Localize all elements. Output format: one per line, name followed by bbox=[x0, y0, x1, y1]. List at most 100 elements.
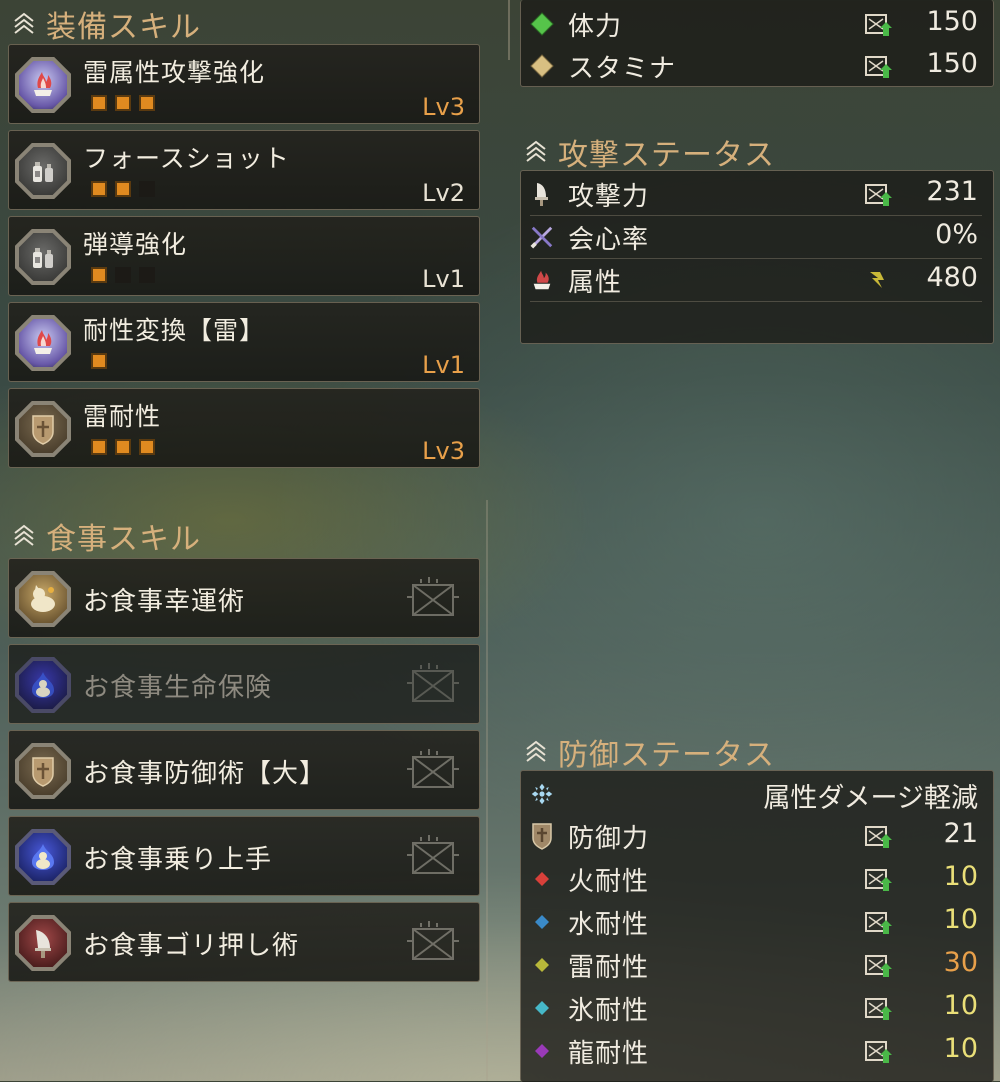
stat-value: 21 bbox=[943, 818, 978, 849]
lucky-cat-icon bbox=[15, 829, 71, 885]
pip-filled bbox=[91, 181, 107, 197]
stat-row-dragon: 龍耐性 10 bbox=[522, 1031, 992, 1071]
stat-value: 10 bbox=[943, 1033, 978, 1064]
equip-skills-title-text: 装備スキル bbox=[46, 10, 201, 45]
dragon-resist-icon bbox=[530, 1039, 554, 1063]
water-resist-icon bbox=[530, 910, 554, 934]
attack-icon bbox=[530, 182, 554, 206]
pip-filled bbox=[91, 439, 107, 455]
section-icon bbox=[522, 738, 550, 766]
bottle-icon bbox=[15, 229, 71, 285]
food-skill-row[interactable]: お食事幸運術 bbox=[8, 558, 480, 638]
thunder-attack-icon bbox=[15, 315, 71, 371]
level-pips bbox=[91, 439, 155, 455]
frame-line bbox=[508, 0, 510, 60]
affinity-icon bbox=[530, 225, 554, 249]
stat-row-stamina: スタミナ 150 bbox=[522, 46, 992, 86]
level-pips bbox=[91, 267, 155, 283]
fire-resist-icon bbox=[530, 867, 554, 891]
stat-row-health: 体力 150 bbox=[522, 4, 992, 44]
stat-value: 30 bbox=[943, 947, 978, 978]
row-divider bbox=[530, 301, 982, 302]
pip-filled bbox=[91, 353, 107, 369]
defense-icon bbox=[530, 823, 554, 850]
bottle-icon bbox=[15, 143, 71, 199]
frame-line bbox=[486, 500, 488, 1081]
snowflake-icon bbox=[530, 782, 554, 806]
stat-up-icon bbox=[865, 184, 892, 206]
meal-icon bbox=[407, 749, 459, 788]
section-icon bbox=[10, 10, 38, 38]
stat-row-element: 属性 480 bbox=[522, 260, 992, 300]
stat-row-thunder: 雷耐性 30 bbox=[522, 945, 992, 985]
meal-icon bbox=[407, 577, 459, 616]
ice-resist-icon bbox=[530, 996, 554, 1020]
pip-filled bbox=[139, 95, 155, 111]
skill-level: Lv3 bbox=[422, 437, 465, 465]
skill-name: 雷属性攻撃強化 bbox=[83, 58, 266, 87]
element-icon bbox=[530, 268, 554, 292]
stat-value: 10 bbox=[943, 904, 978, 935]
stat-row-water: 水耐性 10 bbox=[522, 902, 992, 942]
food-skill-name: お食事幸運術 bbox=[83, 587, 246, 617]
stat-up-icon bbox=[865, 1041, 892, 1063]
equip-skill-row[interactable]: フォースショット Lv2 bbox=[8, 130, 480, 210]
thunder-resist-icon bbox=[530, 953, 554, 977]
meal-icon bbox=[407, 663, 459, 702]
stat-value: 10 bbox=[943, 990, 978, 1021]
stat-row-fire: 火耐性 10 bbox=[522, 859, 992, 899]
row-divider bbox=[530, 215, 982, 216]
stat-value: 480 bbox=[926, 262, 978, 293]
stat-value: 150 bbox=[926, 48, 978, 79]
stat-up-icon bbox=[865, 56, 892, 78]
level-pips bbox=[91, 181, 155, 197]
stat-label: 属性 bbox=[568, 268, 623, 298]
thunder-attack-icon bbox=[15, 57, 71, 113]
stat-label: 火耐性 bbox=[568, 867, 650, 897]
equip-skill-row[interactable]: 雷耐性 Lv3 bbox=[8, 388, 480, 468]
food-skill-row[interactable]: お食事生命保険 bbox=[8, 644, 480, 724]
pip-empty bbox=[139, 267, 155, 283]
stat-label: 雷耐性 bbox=[568, 953, 650, 983]
food-skills-title-text: 食事スキル bbox=[46, 522, 201, 557]
food-skill-row[interactable]: お食事乗り上手 bbox=[8, 816, 480, 896]
food-skill-name: お食事乗り上手 bbox=[83, 845, 273, 875]
stat-label: 攻撃力 bbox=[568, 182, 650, 212]
stat-label: 体力 bbox=[568, 12, 623, 42]
stat-up-icon bbox=[865, 955, 892, 977]
section-icon bbox=[10, 522, 38, 550]
meal-icon bbox=[407, 835, 459, 874]
stat-label: スタミナ bbox=[568, 54, 677, 84]
food-skill-row[interactable]: お食事防御術【大】 bbox=[8, 730, 480, 810]
defense-status-title-text: 防御ステータス bbox=[558, 738, 775, 773]
stamina-icon bbox=[530, 54, 554, 78]
pip-filled bbox=[91, 267, 107, 283]
stat-up-icon bbox=[865, 14, 892, 36]
stat-label: 会心率 bbox=[568, 225, 650, 255]
food-skill-row[interactable]: お食事ゴリ押し術 bbox=[8, 902, 480, 982]
food-skill-name: お食事防御術【大】 bbox=[83, 759, 327, 789]
skill-name: 雷耐性 bbox=[83, 402, 162, 431]
food-skills-title: 食事スキル bbox=[10, 514, 201, 558]
shield-icon bbox=[15, 743, 71, 799]
stat-label: 水耐性 bbox=[568, 910, 650, 940]
stat-row-affinity: 会心率 0% bbox=[522, 217, 992, 257]
stat-value: 0% bbox=[935, 219, 978, 250]
equip-skill-row[interactable]: 弾導強化 Lv1 bbox=[8, 216, 480, 296]
stat-row-elemental-reduction: 属性ダメージ軽減 bbox=[522, 774, 992, 814]
defense-status-title: 防御ステータス bbox=[522, 730, 775, 774]
skill-name: 弾導強化 bbox=[83, 230, 188, 259]
level-pips bbox=[91, 353, 107, 369]
row-divider bbox=[530, 258, 982, 259]
skill-name: フォースショット bbox=[83, 144, 290, 173]
pip-empty bbox=[139, 181, 155, 197]
elemental-reduction-label: 属性ダメージ軽減 bbox=[763, 783, 978, 814]
skill-name: 耐性変換【雷】 bbox=[83, 316, 266, 345]
skill-level: Lv1 bbox=[422, 351, 465, 379]
skill-level: Lv1 bbox=[422, 265, 465, 293]
equip-skill-row[interactable]: 耐性変換【雷】 Lv1 bbox=[8, 302, 480, 382]
stat-row-ice: 氷耐性 10 bbox=[522, 988, 992, 1028]
skill-level: Lv2 bbox=[422, 179, 465, 207]
stat-label: 氷耐性 bbox=[568, 996, 650, 1026]
equip-skill-row[interactable]: 雷属性攻撃強化 Lv3 bbox=[8, 44, 480, 124]
